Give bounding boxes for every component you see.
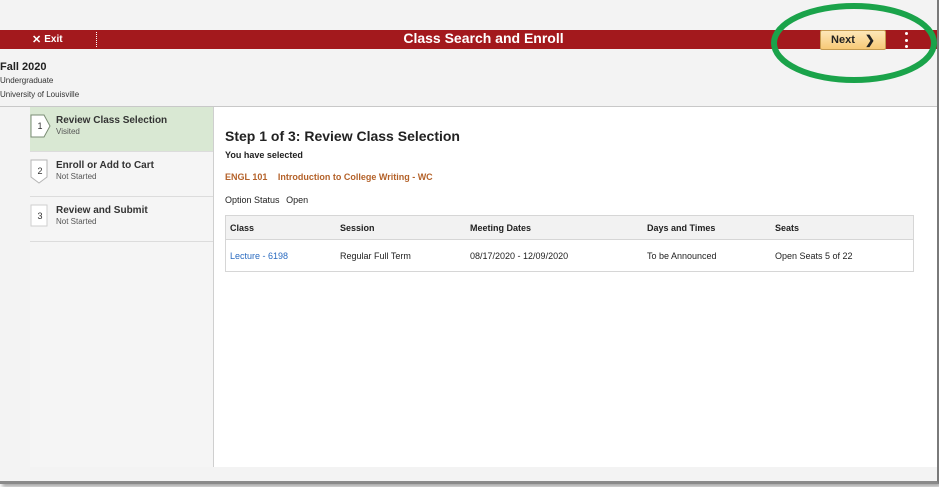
term-label: Fall 2020 (0, 61, 47, 73)
seats-cell: Open Seats 5 of 22 (775, 250, 853, 261)
window-frame: ✕ Exit Class Search and Enroll Next ❯ Fa… (0, 0, 939, 484)
more-options-icon[interactable] (903, 32, 909, 48)
course-code: ENGL 101 (225, 172, 268, 182)
institution-label: University of Louisville (0, 90, 80, 99)
title-bar: ✕ Exit Class Search and Enroll Next ❯ (0, 30, 937, 50)
session-cell: Regular Full Term (340, 250, 411, 261)
selected-label: You have selected (225, 150, 303, 160)
step-number: 2 (37, 166, 43, 176)
main-content: Step 1 of 3: Review Class Selection You … (214, 107, 937, 467)
step-status: Not Started (56, 172, 97, 181)
career-label: Undergraduate (0, 76, 54, 85)
column-header-meeting-dates: Meeting Dates (470, 222, 532, 233)
left-margin (0, 107, 30, 481)
page-title: Class Search and Enroll (403, 30, 564, 46)
course-name: Introduction to College Writing - WC (277, 172, 433, 182)
step-status: Visited (56, 127, 80, 136)
meeting-dates-cell: 08/17/2020 - 12/09/2020 (470, 250, 569, 261)
course-title: ENGL 101 Introduction to College Writing… (225, 172, 433, 182)
next-button[interactable]: Next ❯ (820, 30, 886, 50)
column-header-seats: Seats (775, 222, 800, 233)
option-status-label: Option Status (225, 195, 280, 205)
term-info: Fall 2020 Undergraduate University of Lo… (0, 60, 79, 102)
table-row: Lecture - 6198 Regular Full Term 08/17/2… (226, 240, 913, 271)
step-navigation: 1 Review Class Selection Visited 2 Enrol… (30, 107, 214, 467)
column-header-days-and-times: Days and Times (647, 222, 716, 233)
next-label: Next (831, 34, 855, 46)
column-header-class: Class (230, 222, 255, 233)
chevron-right-icon: ❯ (864, 33, 875, 47)
step-title: Enroll or Add to Cart (56, 160, 154, 171)
step-title: Review Class Selection (56, 115, 168, 126)
step-item-review-and-submit[interactable]: 3 Review and Submit Not Started (30, 197, 213, 242)
option-status: Option Status Open (225, 195, 308, 205)
step-status: Not Started (56, 217, 97, 226)
step-number: 1 (37, 121, 43, 131)
step-title: Review and Submit (56, 205, 148, 216)
column-header-session: Session (340, 222, 375, 233)
option-status-value: Open (286, 195, 309, 205)
table-header: Class Session Meeting Dates Days and Tim… (226, 216, 913, 240)
step-item-review-class-selection[interactable]: 1 Review Class Selection Visited (30, 107, 213, 152)
step-heading: Step 1 of 3: Review Class Selection (225, 128, 460, 144)
step-number: 3 (37, 211, 43, 221)
days-times-cell: To be Announced (647, 250, 717, 261)
class-link[interactable]: Lecture - 6198 (226, 251, 340, 261)
class-table: Class Session Meeting Dates Days and Tim… (225, 215, 914, 272)
step-item-enroll-or-add-to-cart[interactable]: 2 Enroll or Add to Cart Not Started (30, 152, 213, 197)
